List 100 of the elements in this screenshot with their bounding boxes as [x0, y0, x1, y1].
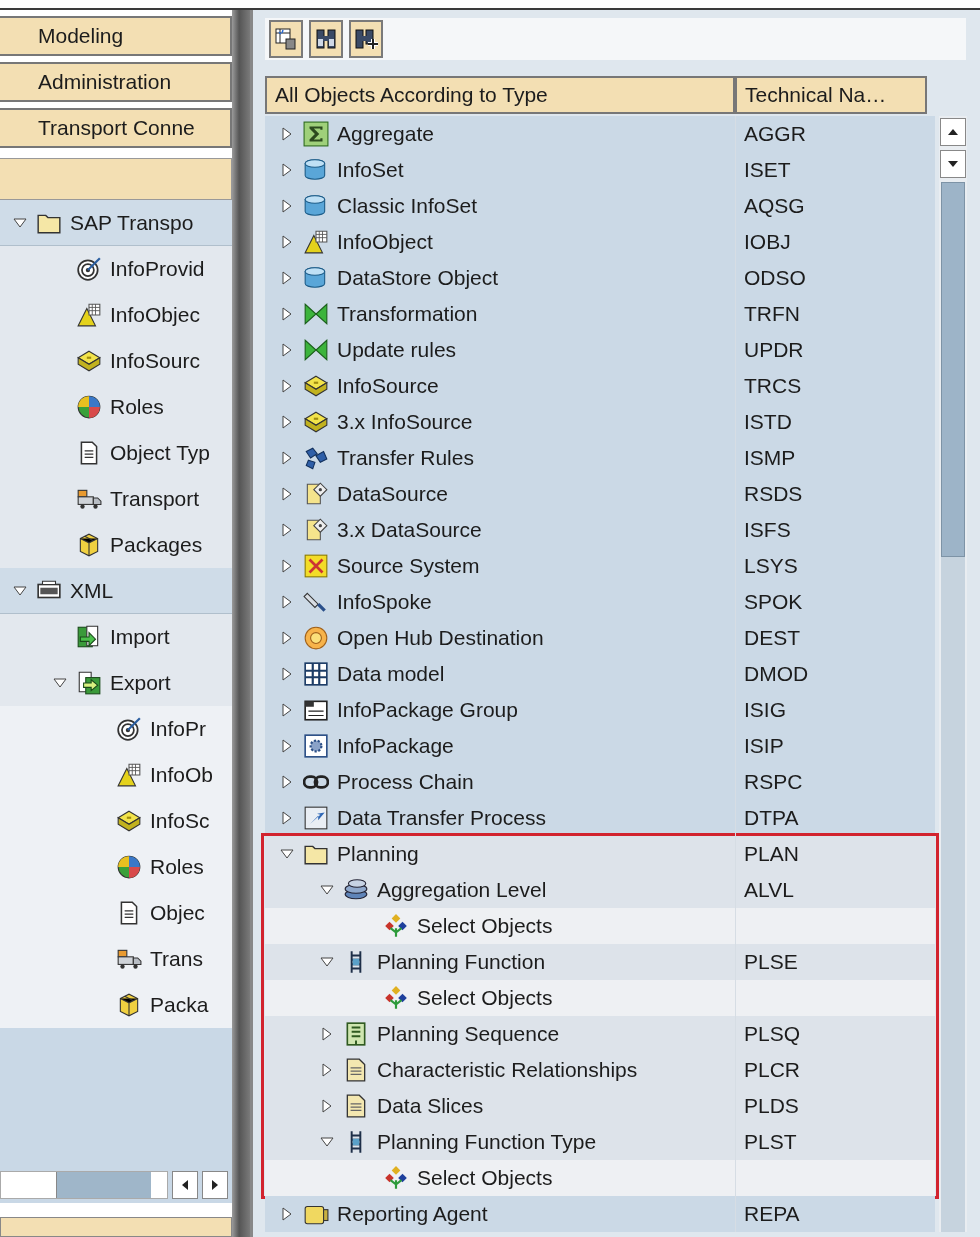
- tree-item[interactable]: Data Transfer Process: [337, 802, 546, 834]
- tree-item[interactable]: InfoOb: [150, 759, 214, 791]
- tree-item[interactable]: Select Objects: [417, 982, 553, 1014]
- vertical-scrollbar[interactable]: [939, 116, 967, 1232]
- table-row[interactable]: DataStore Object ODSO: [265, 260, 935, 296]
- collapse-toggle[interactable]: [13, 215, 27, 230]
- collapse-toggle[interactable]: [13, 583, 27, 598]
- expand-toggle[interactable]: [280, 1207, 294, 1221]
- expand-toggle[interactable]: [280, 703, 294, 717]
- expand-toggle[interactable]: [280, 415, 294, 429]
- expand-toggle[interactable]: [320, 1063, 334, 1077]
- tree-item[interactable]: InfoSet: [337, 154, 404, 186]
- tree-item[interactable]: Planning Function: [377, 946, 546, 978]
- tree-item[interactable]: Planning Function Type: [377, 1126, 597, 1158]
- collapse-toggle[interactable]: [320, 955, 334, 969]
- tree-item[interactable]: InfoSource: [337, 370, 439, 402]
- table-row[interactable]: Classic InfoSet AQSG: [265, 188, 935, 224]
- tree-item[interactable]: Reporting Agent: [337, 1198, 488, 1230]
- table-row[interactable]: Data model DMOD: [265, 656, 935, 692]
- table-row[interactable]: Update rules UPDR: [265, 332, 935, 368]
- tree-item[interactable]: Classic InfoSet: [337, 190, 478, 222]
- expand-toggle[interactable]: [280, 163, 294, 177]
- collapse-toggle[interactable]: [320, 883, 334, 897]
- tree-item[interactable]: InfoPr: [150, 713, 207, 745]
- expand-toggle[interactable]: [280, 307, 294, 321]
- tree-item[interactable]: Roles: [150, 851, 204, 883]
- table-row[interactable]: Reporting Agent REPA: [265, 1196, 935, 1232]
- table-row[interactable]: InfoSource TRCS: [265, 368, 935, 404]
- expand-toggle[interactable]: [280, 379, 294, 393]
- tree-item[interactable]: Characteristic Relationships: [377, 1054, 638, 1086]
- horizontal-scrollbar[interactable]: [0, 1171, 168, 1199]
- nav-button[interactable]: Modeling: [0, 16, 232, 56]
- nav-button[interactable]: Transport Conne: [0, 108, 232, 148]
- find-next-button[interactable]: [349, 20, 383, 58]
- table-row[interactable]: InfoSet ISET: [265, 152, 935, 188]
- table-row[interactable]: Process Chain RSPC: [265, 764, 935, 800]
- table-row[interactable]: InfoPackage Group ISIG: [265, 692, 935, 728]
- find-button[interactable]: [309, 20, 343, 58]
- tree-item[interactable]: Aggregation Level: [377, 874, 547, 906]
- tree-item[interactable]: InfoPackage: [337, 730, 454, 762]
- tree-item[interactable]: Select Objects: [417, 910, 553, 942]
- expand-toggle[interactable]: [280, 667, 294, 681]
- expand-toggle[interactable]: [280, 595, 294, 609]
- tree-item[interactable]: Objec: [150, 897, 205, 929]
- tree-item[interactable]: Export: [110, 667, 171, 699]
- tree-item[interactable]: Transformation: [337, 298, 478, 330]
- tree-item[interactable]: DataSource: [337, 478, 448, 510]
- table-row[interactable]: Transfer Rules ISMP: [265, 440, 935, 476]
- table-row[interactable]: InfoSpoke SPOK: [265, 584, 935, 620]
- expand-toggle[interactable]: [280, 271, 294, 285]
- tree-item[interactable]: InfoPackage Group: [337, 694, 518, 726]
- expand-toggle[interactable]: [280, 559, 294, 573]
- tree-item[interactable]: Import: [110, 621, 170, 653]
- tree-item[interactable]: InfoObject: [337, 226, 433, 258]
- tree-item[interactable]: Planning Sequence: [377, 1018, 560, 1050]
- nav-button[interactable]: Administration: [0, 62, 232, 102]
- scroll-down-button[interactable]: [940, 150, 966, 178]
- scroll-up-button[interactable]: [940, 118, 966, 146]
- collapse-toggle[interactable]: [53, 676, 67, 690]
- expand-toggle[interactable]: [320, 1027, 334, 1041]
- expand-toggle[interactable]: [280, 127, 294, 141]
- tree-item[interactable]: Source System: [337, 550, 480, 582]
- scroll-right-button[interactable]: [202, 1171, 228, 1199]
- expand-toggle[interactable]: [280, 811, 294, 825]
- tree-item[interactable]: XML: [70, 574, 114, 607]
- tree-item[interactable]: DataStore Object: [337, 262, 499, 294]
- expand-toggle[interactable]: [280, 523, 294, 537]
- tree-item[interactable]: Data model: [337, 658, 445, 690]
- tree-item[interactable]: 3.x InfoSource: [337, 406, 473, 438]
- table-row[interactable]: DataSource RSDS: [265, 476, 935, 512]
- expand-toggle[interactable]: [280, 235, 294, 249]
- tree-item[interactable]: Packa: [150, 989, 209, 1021]
- tree-item[interactable]: Update rules: [337, 334, 457, 366]
- expand-toggle[interactable]: [280, 775, 294, 789]
- table-row[interactable]: Open Hub Destination DEST: [265, 620, 935, 656]
- tree-item[interactable]: Open Hub Destination: [337, 622, 544, 654]
- tree-item[interactable]: Process Chain: [337, 766, 474, 798]
- tree-item[interactable]: Select Objects: [417, 1162, 553, 1194]
- tree-item[interactable]: 3.x DataSource: [337, 514, 482, 546]
- table-row[interactable]: 3.x DataSource ISFS: [265, 512, 935, 548]
- tree-item[interactable]: Data Slices: [377, 1090, 484, 1122]
- tree-item[interactable]: InfoSpoke: [337, 586, 432, 618]
- collapse-toggle[interactable]: [320, 1135, 334, 1149]
- table-row[interactable]: InfoPackage ISIP: [265, 728, 935, 764]
- expand-toggle[interactable]: [280, 451, 294, 465]
- expand-toggle[interactable]: [320, 1099, 334, 1113]
- table-row[interactable]: Aggregate AGGR: [265, 116, 935, 152]
- expand-toggle[interactable]: [280, 343, 294, 357]
- scroll-left-button[interactable]: [172, 1171, 198, 1199]
- column-header[interactable]: All Objects According to Type: [265, 76, 735, 114]
- tree-item[interactable]: InfoSc: [150, 805, 210, 837]
- expand-toggle[interactable]: [280, 487, 294, 501]
- table-row[interactable]: Transformation TRFN: [265, 296, 935, 332]
- table-row[interactable]: 3.x InfoSource ISTD: [265, 404, 935, 440]
- tree-item[interactable]: Transfer Rules: [337, 442, 474, 474]
- table-row[interactable]: Data Transfer Process DTPA: [265, 800, 935, 836]
- tree-item[interactable]: Roles: [110, 391, 164, 423]
- tree-item[interactable]: Trans: [150, 943, 203, 975]
- table-row[interactable]: Source System LSYS: [265, 548, 935, 584]
- collapse-toggle[interactable]: [280, 847, 294, 861]
